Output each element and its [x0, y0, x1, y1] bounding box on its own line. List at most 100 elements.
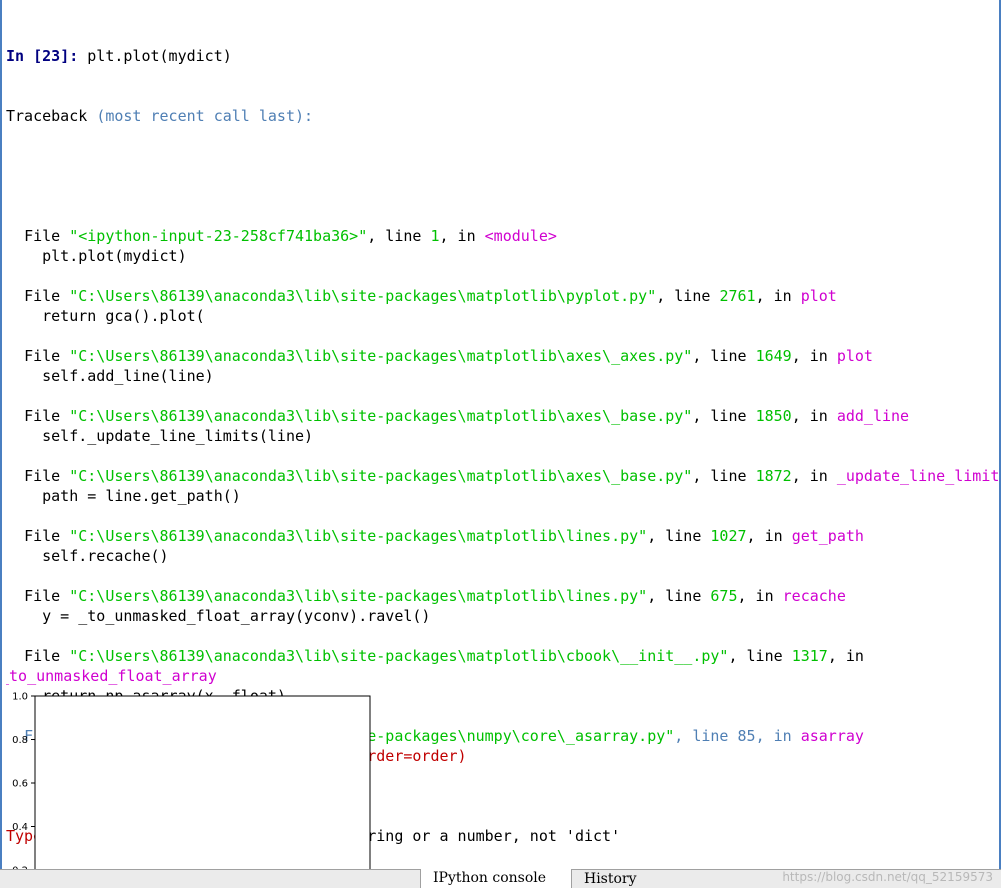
file-keyword: File [24, 287, 70, 305]
traceback-code-line: return gca().plot( [6, 306, 1001, 326]
file-keyword: File [24, 407, 70, 425]
file-path: "<ipython-input-23-258cf741ba36>" [69, 227, 368, 245]
empty-axes-chart: 1.00.80.60.40.2 [12, 692, 371, 870]
traceback-file-line: File "C:\Users\86139\anaconda3\lib\site-… [6, 346, 1001, 366]
function-name: plot [836, 347, 873, 365]
traceback-file-line: File "C:\Users\86139\anaconda3\lib\site-… [6, 286, 1001, 306]
function-name: get_path [791, 527, 864, 545]
line-keyword: , line [728, 647, 792, 665]
in-keyword: , in [791, 407, 837, 425]
file-path: "C:\Users\86139\anaconda3\lib\site-packa… [69, 647, 729, 665]
file-path: "C:\Users\86139\anaconda3\lib\site-packa… [69, 467, 693, 485]
in-keyword: , in [791, 467, 837, 485]
file-keyword: File [24, 467, 70, 485]
function-name: asarray [800, 727, 864, 745]
traceback-code-line: self.add_line(line) [6, 366, 1001, 386]
file-keyword: File [24, 647, 70, 665]
file-keyword: File [24, 227, 70, 245]
source-code: self._update_line_limits(line) [42, 427, 314, 445]
in-keyword: , in [439, 227, 485, 245]
y-tick-label: 0.4 [12, 822, 28, 833]
line-number: 85 [737, 727, 756, 745]
traceback-code-line: path = line.get_path() [6, 486, 1001, 506]
line-keyword: , line [692, 467, 756, 485]
y-ticks: 1.00.80.60.40.2 [12, 692, 35, 870]
in-keyword: , in [755, 287, 801, 305]
plot-output: 1.00.80.60.40.2 [0, 680, 400, 870]
line-number: 1872 [755, 467, 792, 485]
axes-frame [34, 695, 371, 870]
traceback-file-line: File "C:\Users\86139\anaconda3\lib\site-… [6, 406, 1001, 426]
line-keyword: , line [692, 407, 756, 425]
tab-ipython-console[interactable]: IPython console [420, 869, 572, 888]
y-tick-label: 0.8 [12, 735, 28, 746]
in-keyword: , in [791, 347, 837, 365]
source-code: y = _to_unmasked_float_array(yconv).rave… [42, 607, 431, 625]
function-name: _update_line_limits [836, 467, 1001, 485]
file-path: "C:\Users\86139\anaconda3\lib\site-packa… [69, 587, 648, 605]
line-keyword: , line [367, 227, 431, 245]
line-keyword: , line [692, 347, 756, 365]
source-code: plt.plot(mydict) [42, 247, 187, 265]
function-name: add_line [836, 407, 910, 425]
in-keyword: , in [737, 587, 783, 605]
file-path: "C:\Users\86139\anaconda3\lib\site-packa… [69, 527, 648, 545]
file-keyword: File [24, 527, 70, 545]
line-number: 1027 [710, 527, 747, 545]
traceback-file-line: File "<ipython-input-23-258cf741ba36>", … [6, 226, 1001, 246]
source-code: self.add_line(line) [42, 367, 214, 385]
watermark-text: https://blog.csdn.net/qq_52159573 [782, 870, 993, 884]
line-number: 675 [710, 587, 738, 605]
file-path: "C:\Users\86139\anaconda3\lib\site-packa… [69, 407, 693, 425]
traceback-code-line: self.recache() [6, 546, 1001, 566]
source-code: path = line.get_path() [42, 487, 241, 505]
traceback-label: Traceback [6, 107, 97, 125]
file-path: "C:\Users\86139\anaconda3\lib\site-packa… [69, 287, 657, 305]
traceback-hint: (most recent call last): [96, 107, 314, 125]
traceback-code-line: y = _to_unmasked_float_array(yconv).rave… [6, 606, 1001, 626]
bottom-tab-bar: IPython console History https://blog.csd… [0, 869, 1001, 888]
file-keyword: File [24, 587, 70, 605]
line-number: 2761 [719, 287, 756, 305]
prompt-close: ]: [60, 47, 79, 65]
in-keyword: , in [746, 527, 792, 545]
traceback-code-line: self._update_line_limits(line) [6, 426, 1001, 446]
source-code: self.recache() [42, 547, 169, 565]
line-number: 1317 [791, 647, 828, 665]
function-name: recache [782, 587, 846, 605]
function-name: <module> [484, 227, 557, 245]
in-keyword: , in [755, 727, 801, 745]
prompt-in: In [ [6, 47, 43, 65]
file-keyword: File [24, 347, 70, 365]
input-prompt-line: In [23]: plt.plot(mydict) [6, 46, 1001, 66]
line-keyword: , line [674, 727, 738, 745]
line-number: 1649 [755, 347, 792, 365]
in-keyword: , in [827, 647, 873, 665]
line-number: 1850 [755, 407, 792, 425]
source-code: return gca().plot( [42, 307, 205, 325]
file-path: "C:\Users\86139\anaconda3\lib\site-packa… [69, 347, 693, 365]
line-keyword: , line [656, 287, 720, 305]
prompt-number: 23 [42, 47, 61, 65]
y-tick-label: 1.0 [12, 692, 28, 703]
function-name: plot [800, 287, 837, 305]
tab-history[interactable]: History [572, 870, 662, 888]
line-keyword: , line [647, 587, 711, 605]
traceback-code-line: plt.plot(mydict) [6, 246, 1001, 266]
traceback-header: Traceback (most recent call last): [6, 106, 1001, 126]
traceback-file-line: File "C:\Users\86139\anaconda3\lib\site-… [6, 466, 1001, 486]
traceback-file-line: File "C:\Users\86139\anaconda3\lib\site-… [6, 586, 1001, 606]
y-tick-label: 0.6 [12, 779, 28, 790]
line-keyword: , line [647, 527, 711, 545]
traceback-file-line: File "C:\Users\86139\anaconda3\lib\site-… [6, 646, 1001, 666]
traceback-file-line: File "C:\Users\86139\anaconda3\lib\site-… [6, 526, 1001, 546]
prompt-code: plt.plot(mydict) [78, 47, 232, 65]
